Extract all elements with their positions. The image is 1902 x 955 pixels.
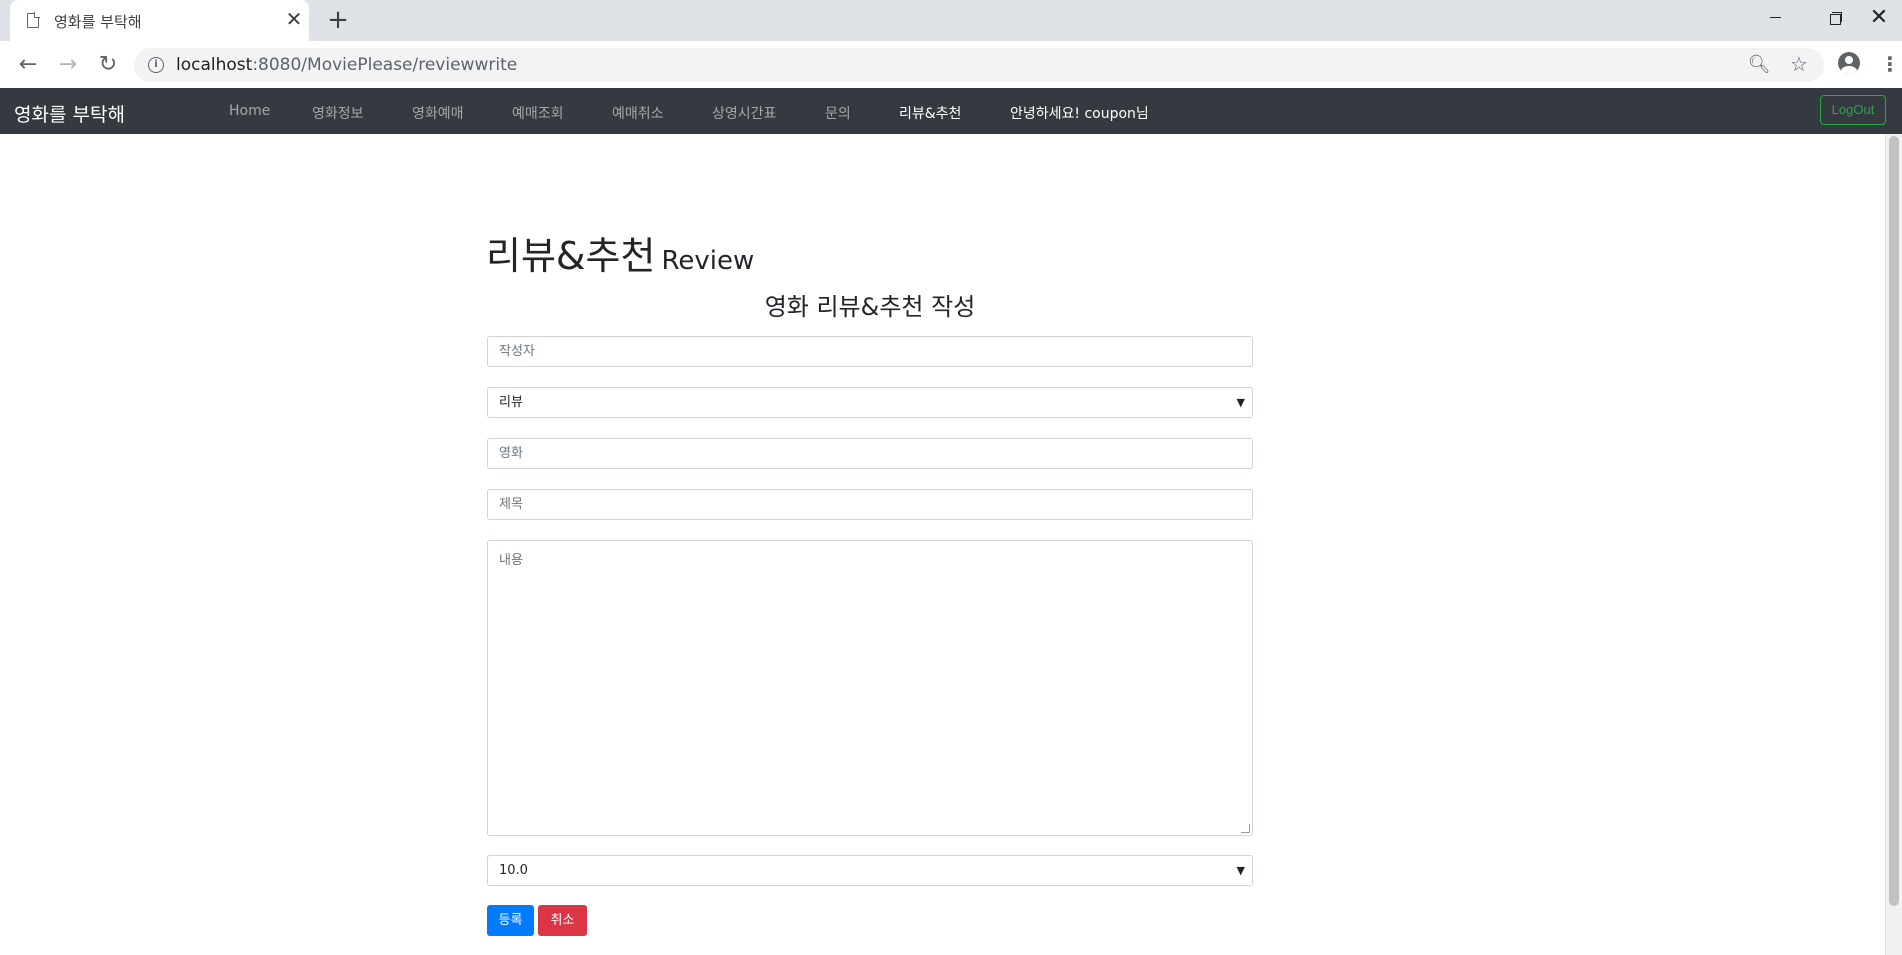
browser-toolbar: ← → ↻ i localhost:8080/MoviePlease/revie… xyxy=(0,41,1902,89)
page-title-main: 리뷰&추천 xyxy=(486,234,656,278)
resize-grip-icon[interactable] xyxy=(1241,824,1250,833)
address-bar[interactable]: i localhost:8080/MoviePlease/reviewwrite… xyxy=(134,48,1824,82)
page-icon xyxy=(27,12,40,28)
restore-icon[interactable] xyxy=(1812,0,1858,36)
nav-showtimes[interactable]: 상영시간표 xyxy=(712,103,776,123)
scrollbar-thumb[interactable] xyxy=(1889,136,1899,906)
author-input[interactable]: 작성자 xyxy=(487,336,1253,367)
zoom-out-icon[interactable]: 🔍︎ xyxy=(1746,52,1772,78)
caret-down-icon: ▼ xyxy=(1236,396,1245,409)
form-title: 영화 리뷰&추천 작성 xyxy=(764,293,976,321)
caret-down-icon: ▼ xyxy=(1236,864,1245,877)
nav-review[interactable]: 리뷰&추천 xyxy=(899,103,961,123)
nav-home[interactable]: Home xyxy=(229,103,270,119)
type-select-value: 리뷰 xyxy=(499,395,523,410)
window-close-icon[interactable]: ✕ xyxy=(1856,0,1902,36)
page-title: 리뷰&추천 Review xyxy=(486,225,754,280)
nav-inquiry[interactable]: 문의 xyxy=(825,103,851,123)
browser-tab[interactable]: 영화를 부탁해 ✕ xyxy=(10,0,309,41)
info-icon[interactable]: i xyxy=(148,57,164,73)
new-tab-icon[interactable]: + xyxy=(326,7,350,33)
bookmark-star-icon[interactable]: ☆ xyxy=(1786,51,1812,77)
back-arrow-icon[interactable]: ← xyxy=(12,49,44,81)
submit-button[interactable]: 등록 xyxy=(487,905,534,936)
movie-input[interactable]: 영화 xyxy=(487,438,1253,469)
close-tab-icon[interactable]: ✕ xyxy=(283,8,305,30)
minimize-icon[interactable] xyxy=(1752,0,1798,36)
nav-booking[interactable]: 영화예매 xyxy=(412,103,464,123)
cancel-button[interactable]: 취소 xyxy=(538,905,587,936)
rating-select[interactable]: 10.0 ▼ xyxy=(487,855,1253,886)
logout-button[interactable]: LogOut xyxy=(1820,95,1886,125)
type-select[interactable]: 리뷰 ▼ xyxy=(487,387,1253,418)
rating-select-value: 10.0 xyxy=(499,863,528,878)
page-title-sub: Review xyxy=(661,246,755,276)
brand-logo[interactable]: 영화를 부탁해 xyxy=(14,100,125,127)
kebab-menu-icon[interactable]: ⋮ xyxy=(1880,50,1900,78)
nav-booking-cancel[interactable]: 예매취소 xyxy=(612,103,664,123)
title-input[interactable]: 제목 xyxy=(487,489,1253,520)
url-path: :8080/MoviePlease/reviewwrite xyxy=(252,55,518,75)
url-host: localhost xyxy=(176,55,253,75)
account-icon[interactable] xyxy=(1838,52,1860,74)
page-scrollbar[interactable] xyxy=(1885,134,1902,955)
tab-title: 영화를 부탁해 xyxy=(54,13,142,31)
site-navbar: 영화를 부탁해 Home 영화정보 영화예매 예매조회 예매취소 상영시간표 문… xyxy=(0,88,1902,134)
content-textarea[interactable]: 내용 xyxy=(487,540,1253,836)
user-greeting: 안녕하세요! coupon님 xyxy=(1010,106,1149,122)
reload-icon[interactable]: ↻ xyxy=(92,49,124,81)
nav-movie-info[interactable]: 영화정보 xyxy=(312,103,364,123)
nav-booking-lookup[interactable]: 예매조회 xyxy=(512,103,564,123)
browser-tab-strip: 영화를 부탁해 ✕ + ✕ xyxy=(0,0,1902,41)
url-text[interactable]: localhost:8080/MoviePlease/reviewwrite xyxy=(176,55,517,75)
forward-arrow-icon[interactable]: → xyxy=(52,49,84,81)
content-placeholder: 내용 xyxy=(499,553,523,568)
